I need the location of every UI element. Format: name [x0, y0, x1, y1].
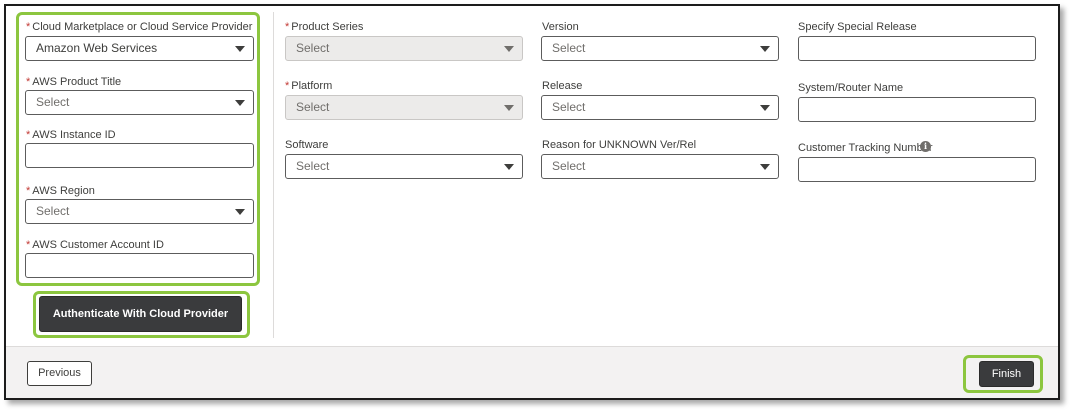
chevron-down-icon — [760, 105, 770, 111]
reason-unknown-label: Reason for UNKNOWN Ver/Rel — [542, 139, 697, 151]
cloud-provider-select[interactable]: Amazon Web Services — [25, 36, 254, 61]
chevron-down-icon — [235, 209, 245, 215]
software-label: Software — [285, 139, 329, 151]
release-label: Release — [542, 80, 583, 92]
info-icon[interactable]: i — [920, 141, 931, 152]
instance-id-label: * AWS Instance ID — [26, 129, 116, 141]
product-series-select[interactable]: Select — [285, 36, 523, 61]
finish-button[interactable]: Finish — [979, 361, 1034, 387]
system-router-name-input[interactable] — [798, 97, 1036, 122]
previous-button[interactable]: Previous — [27, 361, 92, 386]
chevron-down-icon — [760, 46, 770, 52]
product-series-label: * Product Series — [285, 21, 364, 33]
platform-label: * Platform — [285, 80, 333, 92]
instance-id-input[interactable] — [25, 143, 254, 168]
version-select[interactable]: Select — [541, 36, 779, 61]
release-select[interactable]: Select — [541, 95, 779, 120]
system-router-name-label: System/Router Name — [798, 82, 904, 94]
software-select[interactable]: Select — [285, 154, 523, 179]
version-label: Version — [542, 21, 579, 33]
footer-bar — [6, 346, 1058, 398]
chevron-down-icon — [504, 105, 514, 111]
chevron-down-icon — [235, 100, 245, 106]
special-release-label: Specify Special Release — [798, 21, 917, 33]
customer-tracking-input[interactable] — [798, 157, 1036, 182]
chevron-down-icon — [235, 46, 245, 52]
authenticate-button[interactable]: Authenticate With Cloud Provider — [39, 296, 242, 332]
form-frame: * Cloud Marketplace or Cloud Service Prov… — [4, 4, 1060, 400]
product-title-label: * AWS Product Title — [26, 76, 122, 88]
region-label: * AWS Region — [26, 185, 95, 197]
chevron-down-icon — [760, 164, 770, 170]
customer-account-id-label: * AWS Customer Account ID — [26, 239, 164, 251]
reason-unknown-select[interactable]: Select — [541, 154, 779, 179]
cloud-provider-label: * Cloud Marketplace or Cloud Service Prov… — [26, 21, 253, 33]
special-release-input[interactable] — [798, 36, 1036, 61]
platform-select[interactable]: Select — [285, 95, 523, 120]
region-select[interactable]: Select — [25, 199, 254, 224]
panel-divider — [273, 12, 274, 338]
customer-account-id-input[interactable] — [25, 253, 254, 278]
product-title-select[interactable]: Select — [25, 90, 254, 115]
chevron-down-icon — [504, 164, 514, 170]
chevron-down-icon — [504, 46, 514, 52]
customer-tracking-label: Customer Tracking Number — [798, 142, 933, 154]
